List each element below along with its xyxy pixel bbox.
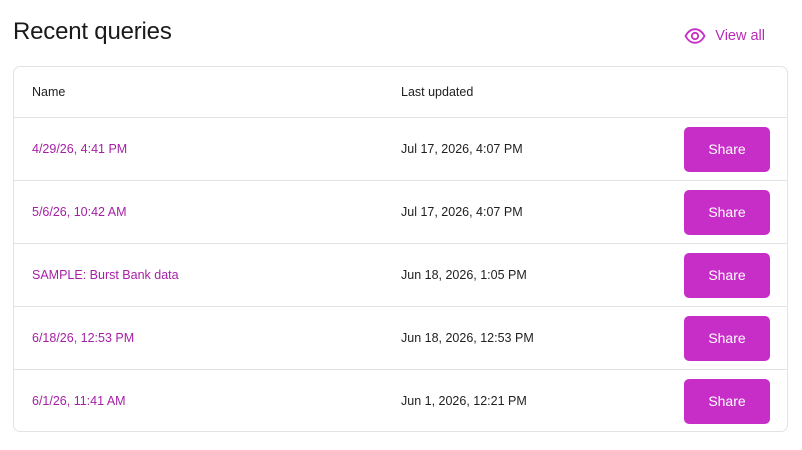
query-name-link[interactable]: SAMPLE: Burst Bank data: [32, 268, 179, 282]
last-updated-cell: Jun 1, 2026, 12:21 PM: [401, 394, 527, 408]
recent-queries-page: Recent queries View all Name Last update…: [0, 0, 802, 450]
section-header: Recent queries View all: [13, 12, 772, 52]
table-row: 5/6/26, 10:42 AM Jul 17, 2026, 4:07 PM S…: [14, 181, 787, 244]
query-name-link[interactable]: 4/29/26, 4:41 PM: [32, 142, 127, 156]
queries-table: Name Last updated 4/29/26, 4:41 PM Jul 1…: [13, 66, 788, 432]
table-row: SAMPLE: Burst Bank data Jun 18, 2026, 1:…: [14, 244, 787, 307]
share-button[interactable]: Share: [684, 252, 770, 298]
query-name-link[interactable]: 5/6/26, 10:42 AM: [32, 205, 127, 219]
query-name-link[interactable]: 6/18/26, 12:53 PM: [32, 331, 134, 345]
column-header-last-updated: Last updated: [401, 85, 474, 99]
table-row: 4/29/26, 4:41 PM Jul 17, 2026, 4:07 PM S…: [14, 118, 787, 181]
column-header-name: Name: [32, 85, 66, 99]
share-button[interactable]: Share: [684, 315, 770, 361]
query-name-link[interactable]: 6/1/26, 11:41 AM: [32, 394, 126, 408]
table-row: 6/1/26, 11:41 AM Jun 1, 2026, 12:21 PM S…: [14, 370, 787, 431]
table-header: Name Last updated: [14, 67, 787, 118]
last-updated-cell: Jun 18, 2026, 1:05 PM: [401, 268, 527, 282]
eye-icon: [684, 28, 706, 44]
share-button[interactable]: Share: [684, 189, 770, 235]
table-row: 6/18/26, 12:53 PM Jun 18, 2026, 12:53 PM…: [14, 307, 787, 370]
last-updated-cell: Jul 17, 2026, 4:07 PM: [401, 142, 523, 156]
view-all-label: View all: [715, 28, 765, 44]
view-all-link[interactable]: View all: [684, 28, 765, 44]
last-updated-cell: Jul 17, 2026, 4:07 PM: [401, 205, 523, 219]
page-title: Recent queries: [13, 18, 172, 45]
share-button[interactable]: Share: [684, 126, 770, 172]
share-button[interactable]: Share: [684, 378, 770, 424]
last-updated-cell: Jun 18, 2026, 12:53 PM: [401, 331, 534, 345]
